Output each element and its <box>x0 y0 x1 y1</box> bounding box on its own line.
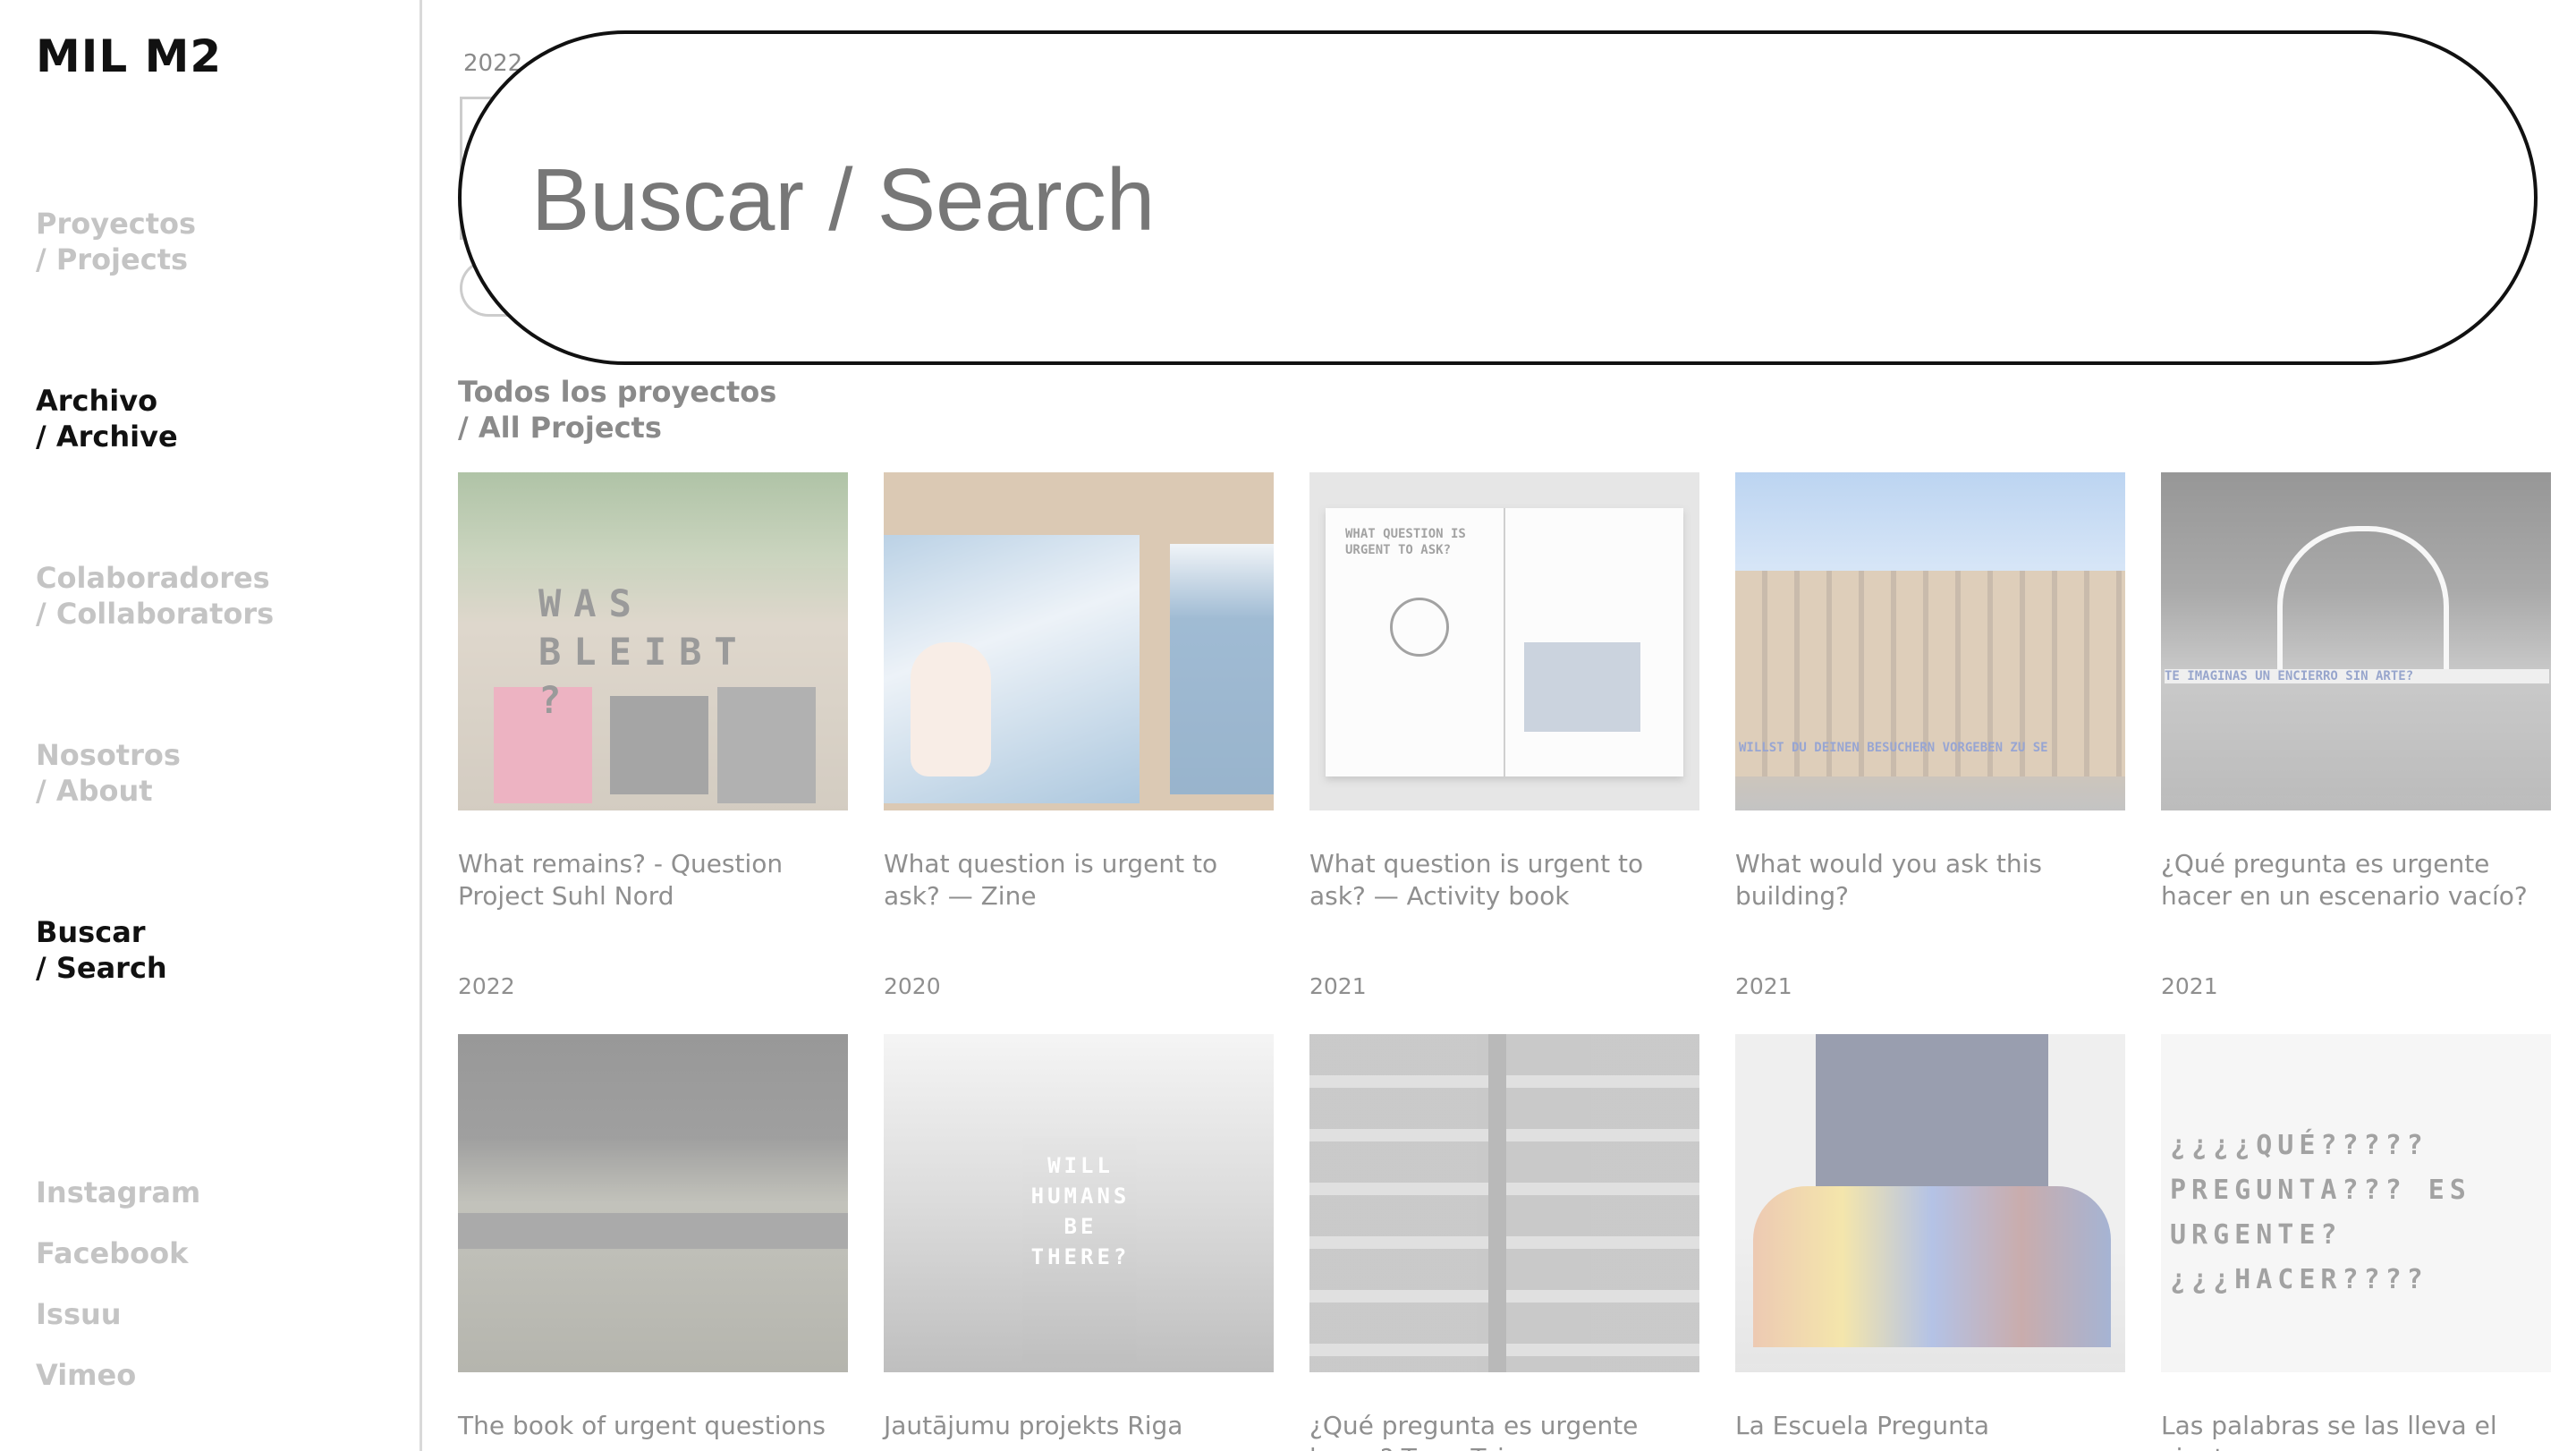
project-card[interactable]: WHAT QUESTION IS URGENT TO ASK? What que… <box>1309 472 1699 999</box>
nav-archive-es: Archivo <box>36 384 158 418</box>
facebook-link[interactable]: Facebook <box>36 1236 188 1270</box>
bridge-rail <box>458 1213 848 1249</box>
book-spine <box>1504 508 1505 776</box>
sun-drawing <box>1390 598 1449 657</box>
thumbnail-text: WAS BLEIBT ? <box>538 581 750 722</box>
photo-inset <box>1524 642 1640 732</box>
arch-shape <box>2277 526 2449 675</box>
group-photo <box>1753 1186 2111 1347</box>
building-column <box>1488 1034 1506 1372</box>
site-logo[interactable]: MIL M2 <box>36 30 222 82</box>
project-title: Jautājumu projekts Riga <box>884 1411 1183 1440</box>
nav-archive[interactable]: Archivo / Archive <box>36 383 178 454</box>
project-thumbnail: WHAT QUESTION IS URGENT TO ASK? <box>1309 472 1699 810</box>
project-thumbnail <box>884 472 1274 810</box>
instagram-link[interactable]: Instagram <box>36 1175 200 1209</box>
section-title: Todos los proyectos / All Projects <box>458 374 776 445</box>
photo-print <box>1170 544 1274 794</box>
project-thumbnail <box>1309 1034 1699 1372</box>
nav-about[interactable]: Nosotros / About <box>36 737 181 809</box>
thumbnail-text: TE IMAGINAS UN ENCIERRO SIN ARTE? <box>2165 669 2549 683</box>
project-card[interactable]: La Escuela Pregunta <box>1735 1034 2125 1440</box>
project-thumbnail <box>458 1034 848 1372</box>
project-thumbnail <box>1735 1034 2125 1372</box>
project-year: 2020 <box>884 973 941 999</box>
project-card[interactable]: ¿¿¿¿QUÉ????? PREGUNTA??? ES URGENTE? ¿¿¿… <box>2161 1034 2551 1451</box>
nav-projects-es: Proyectos <box>36 207 197 241</box>
project-year: 2021 <box>1735 973 1792 999</box>
project-thumbnail: ¿¿¿¿QUÉ????? PREGUNTA??? ES URGENTE? ¿¿¿… <box>2161 1034 2551 1372</box>
project-thumbnail: WILLST DU DEINEN BESUCHERN VORGEBEN ZU S… <box>1735 472 2125 810</box>
issuu-link[interactable]: Issuu <box>36 1297 122 1331</box>
search-input[interactable] <box>531 150 2320 249</box>
search-overlay <box>458 30 2538 365</box>
project-card[interactable]: What question is urgent to ask? — Zine 2… <box>884 472 1274 999</box>
project-title: What remains? - Question Project Suhl No… <box>458 849 784 911</box>
project-year: 2022 <box>458 973 515 999</box>
project-thumbnail: WAS BLEIBT ? <box>458 472 848 810</box>
project-title: What would you ask this building? <box>1735 849 2042 911</box>
thumbnail-text: WHAT QUESTION IS URGENT TO ASK? <box>1345 527 1466 557</box>
nav-collaborators[interactable]: Colaboradores / Collaborators <box>36 560 274 632</box>
project-card[interactable]: WILLST DU DEINEN BESUCHERN VORGEBEN ZU S… <box>1735 472 2125 999</box>
project-thumbnail: TE IMAGINAS UN ENCIERRO SIN ARTE? <box>2161 472 2551 810</box>
nav-about-es: Nosotros <box>36 738 181 772</box>
thumbnail-text: WILL HUMANS BE THERE? <box>1030 1153 1131 1269</box>
project-card[interactable]: WAS BLEIBT ? What remains? - Question Pr… <box>458 472 848 999</box>
project-card[interactable]: The book of urgent questions <box>458 1034 848 1440</box>
project-card[interactable]: ¿Qué pregunta es urgente hacer? Torre Ta… <box>1309 1034 1699 1451</box>
thumbnail-text: WILLST DU DEINEN BESUCHERN VORGEBEN ZU S… <box>1739 741 2048 755</box>
project-title: La Escuela Pregunta <box>1735 1411 1990 1440</box>
project-title: ¿Qué pregunta es urgente hacer en un esc… <box>2161 849 2528 911</box>
project-year: 2021 <box>1309 973 1367 999</box>
main-content: 2022 Todos los proyectos / All Projects … <box>422 0 2576 1451</box>
nav-collaborators-es: Colaboradores <box>36 561 270 595</box>
project-title: ¿Qué pregunta es urgente hacer? Torre Ta… <box>1309 1411 1639 1451</box>
project-title: The book of urgent questions <box>458 1411 826 1440</box>
project-card[interactable]: TE IMAGINAS UN ENCIERRO SIN ARTE? ¿Qué p… <box>2161 472 2551 999</box>
project-thumbnail: WILL HUMANS BE THERE? <box>884 1034 1274 1372</box>
project-title: What question is urgent to ask? — Activi… <box>1309 849 1644 911</box>
nav-about-en: / About <box>36 774 153 808</box>
section-title-en: / All Projects <box>458 411 662 445</box>
project-card[interactable]: WILL HUMANS BE THERE? Jautājumu projekts… <box>884 1034 1274 1440</box>
nav-search-en: / Search <box>36 951 167 985</box>
hand-shape <box>911 642 991 776</box>
nav-search[interactable]: Buscar / Search <box>36 914 167 986</box>
project-title: What question is urgent to ask? — Zine <box>884 849 1218 911</box>
nav-projects[interactable]: Proyectos / Projects <box>36 206 196 277</box>
project-title: Las palabras se las lleva el viento <box>2161 1411 2497 1451</box>
project-year: 2021 <box>2161 973 2218 999</box>
vimeo-link[interactable]: Vimeo <box>36 1358 136 1392</box>
nav-archive-en: / Archive <box>36 420 178 454</box>
sidebar: MIL M2 Proyectos / Projects Archivo / Ar… <box>0 0 422 1451</box>
nav-search-es: Buscar <box>36 915 146 949</box>
section-title-es: Todos los proyectos <box>458 375 777 409</box>
nav-collaborators-en: / Collaborators <box>36 597 275 631</box>
thumbnail-text: ¿¿¿¿QUÉ????? PREGUNTA??? ES URGENTE? ¿¿¿… <box>2170 1130 2471 1295</box>
nav-projects-en: / Projects <box>36 242 189 276</box>
